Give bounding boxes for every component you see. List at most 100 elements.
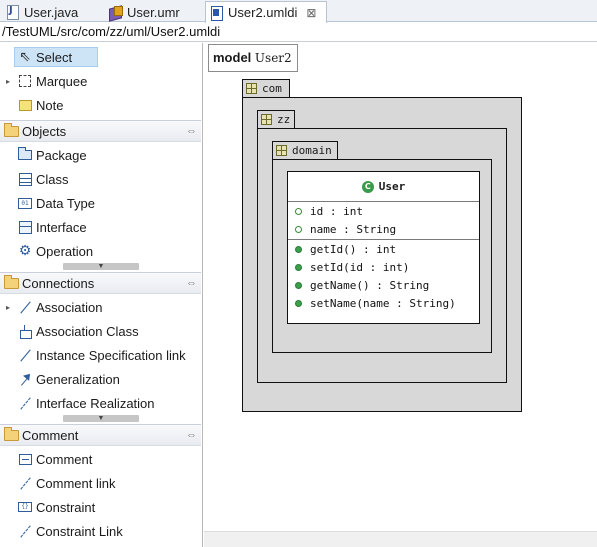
constraint-link-icon [17, 523, 33, 539]
package-visibility-icon [295, 208, 302, 215]
tool-constraint[interactable]: {} Constraint [0, 496, 200, 518]
drawer-comment[interactable]: Comment ⇔ [0, 424, 201, 446]
tool-association[interactable]: ▸ Association [0, 296, 200, 318]
tool-select[interactable]: ⇖ Select [0, 46, 200, 68]
tool-package[interactable]: Package [0, 144, 200, 166]
tool-label: Comment [36, 451, 93, 467]
tool-note[interactable]: Note [0, 94, 200, 116]
tool-interface[interactable]: Interface [0, 216, 200, 238]
tool-generalization[interactable]: Generalization [0, 368, 200, 390]
model-name: User2 [254, 51, 292, 65]
drawer-title: Connections [22, 275, 95, 291]
tool-data-type[interactable]: 01 Data Type [0, 192, 200, 214]
data-type-icon: 01 [17, 195, 33, 211]
tab-label: User.java [24, 4, 79, 20]
tool-association-class[interactable]: Association Class [0, 320, 200, 342]
tool-label: Data Type [36, 195, 96, 211]
package-icon [276, 145, 287, 156]
tool-label: Package [36, 147, 87, 163]
public-visibility-icon [295, 282, 302, 289]
expand-arrow-icon[interactable]: ▸ [6, 303, 10, 312]
close-tab-icon[interactable]: ⊠ [306, 6, 316, 20]
file-path-breadcrumb: /TestUML/src/com/zz/uml/User2.umldi [0, 23, 597, 42]
operation-text: getId() : int [310, 243, 397, 256]
package-visibility-icon [295, 226, 302, 233]
umldi-file-icon [210, 5, 223, 21]
palette-panel: ⇖ Select ▸ Marquee Note Objects ⇔ Packag… [0, 43, 203, 547]
tool-label: Generalization [36, 371, 120, 387]
operation-text: setId(id : int) [310, 261, 410, 274]
package-icon [17, 147, 33, 163]
pin-drawer-icon[interactable]: ⇔ [186, 429, 197, 441]
instance-link-icon [17, 347, 33, 363]
attribute-row[interactable]: id : int [288, 203, 479, 221]
package-icon [261, 114, 272, 125]
tool-label: Association Class [36, 323, 139, 339]
folder-open-icon [4, 123, 19, 137]
pin-drawer-icon[interactable]: ⇔ [186, 277, 197, 289]
tool-label: Association [36, 299, 103, 315]
drawer-connections[interactable]: Connections ⇔ [0, 272, 201, 294]
comment-link-icon [17, 475, 33, 491]
umr-file-icon [108, 5, 123, 19]
folder-open-icon [4, 427, 19, 441]
association-icon [17, 299, 33, 315]
tool-label: Constraint [36, 499, 96, 515]
package-name: com [262, 82, 282, 95]
editor-tab-bar: User.java User.umr User2.umldi ⊠ [0, 0, 597, 23]
operation-compartment: getId() : int setId(id : int) getName() … [288, 241, 479, 313]
class-header: C User [288, 172, 479, 202]
tool-class[interactable]: Class [0, 168, 200, 190]
class-icon: C [361, 180, 374, 193]
tool-operation[interactable]: ⚙ Operation [0, 240, 200, 262]
model-frame-label[interactable]: model User2 [208, 44, 298, 72]
drawer-title: Objects [22, 123, 67, 139]
class-name: User [378, 180, 406, 193]
comment-icon [17, 451, 33, 467]
public-visibility-icon [295, 246, 302, 253]
tab-user2-umldi[interactable]: User2.umldi ⊠ [205, 1, 327, 23]
package-zz-tab[interactable]: zz [257, 110, 295, 129]
tool-comment[interactable]: Comment [0, 448, 200, 470]
tool-interface-realization[interactable]: Interface Realization [0, 392, 200, 414]
java-file-icon [6, 5, 19, 20]
attribute-text: name : String [310, 223, 397, 236]
tool-marquee[interactable]: ▸ Marquee [0, 70, 200, 92]
tool-label: Operation [36, 243, 94, 259]
package-com-tab[interactable]: com [242, 79, 290, 98]
public-visibility-icon [295, 300, 302, 307]
arrow-pointer-icon: ⇖ [19, 49, 31, 65]
operation-row[interactable]: setName(name : String) [288, 295, 479, 313]
operation-row[interactable]: setId(id : int) [288, 259, 479, 277]
pin-drawer-icon[interactable]: ⇔ [186, 125, 197, 137]
operation-gear-icon: ⚙ [18, 243, 32, 259]
attribute-row[interactable]: name : String [288, 221, 479, 239]
tool-label: Instance Specification link [36, 347, 186, 363]
tool-label: Interface Realization [36, 395, 155, 411]
expand-arrow-icon[interactable]: ▸ [6, 77, 10, 86]
package-icon [246, 83, 257, 94]
attribute-text: id : int [310, 205, 363, 218]
marquee-icon [17, 73, 33, 89]
tool-label: Marquee [36, 73, 88, 89]
tool-comment-link[interactable]: Comment link [0, 472, 200, 494]
tool-label: Select [36, 49, 73, 65]
operation-row[interactable]: getId() : int [288, 241, 479, 259]
tool-instance-specification-link[interactable]: Instance Specification link [0, 344, 200, 366]
class-user[interactable]: C User id : int name : String getId() : … [287, 171, 480, 324]
horizontal-scrollbar[interactable] [204, 531, 597, 547]
package-domain-tab[interactable]: domain [272, 141, 338, 160]
package-name: zz [277, 113, 291, 126]
tab-user-umr[interactable]: User.umr [104, 2, 202, 22]
tool-label: Note [36, 97, 64, 113]
drawer-scroll-down-icon[interactable]: ▼ [63, 263, 139, 270]
public-visibility-icon [295, 264, 302, 271]
tab-user-java[interactable]: User.java [2, 2, 100, 22]
association-class-icon [17, 323, 33, 339]
operation-row[interactable]: getName() : String [288, 277, 479, 295]
drawer-objects[interactable]: Objects ⇔ [0, 120, 201, 142]
generalization-icon [17, 371, 33, 387]
tool-constraint-link[interactable]: Constraint Link [0, 520, 200, 542]
drawer-scroll-down-icon[interactable]: ▼ [63, 415, 139, 422]
attribute-compartment: id : int name : String [288, 203, 479, 240]
